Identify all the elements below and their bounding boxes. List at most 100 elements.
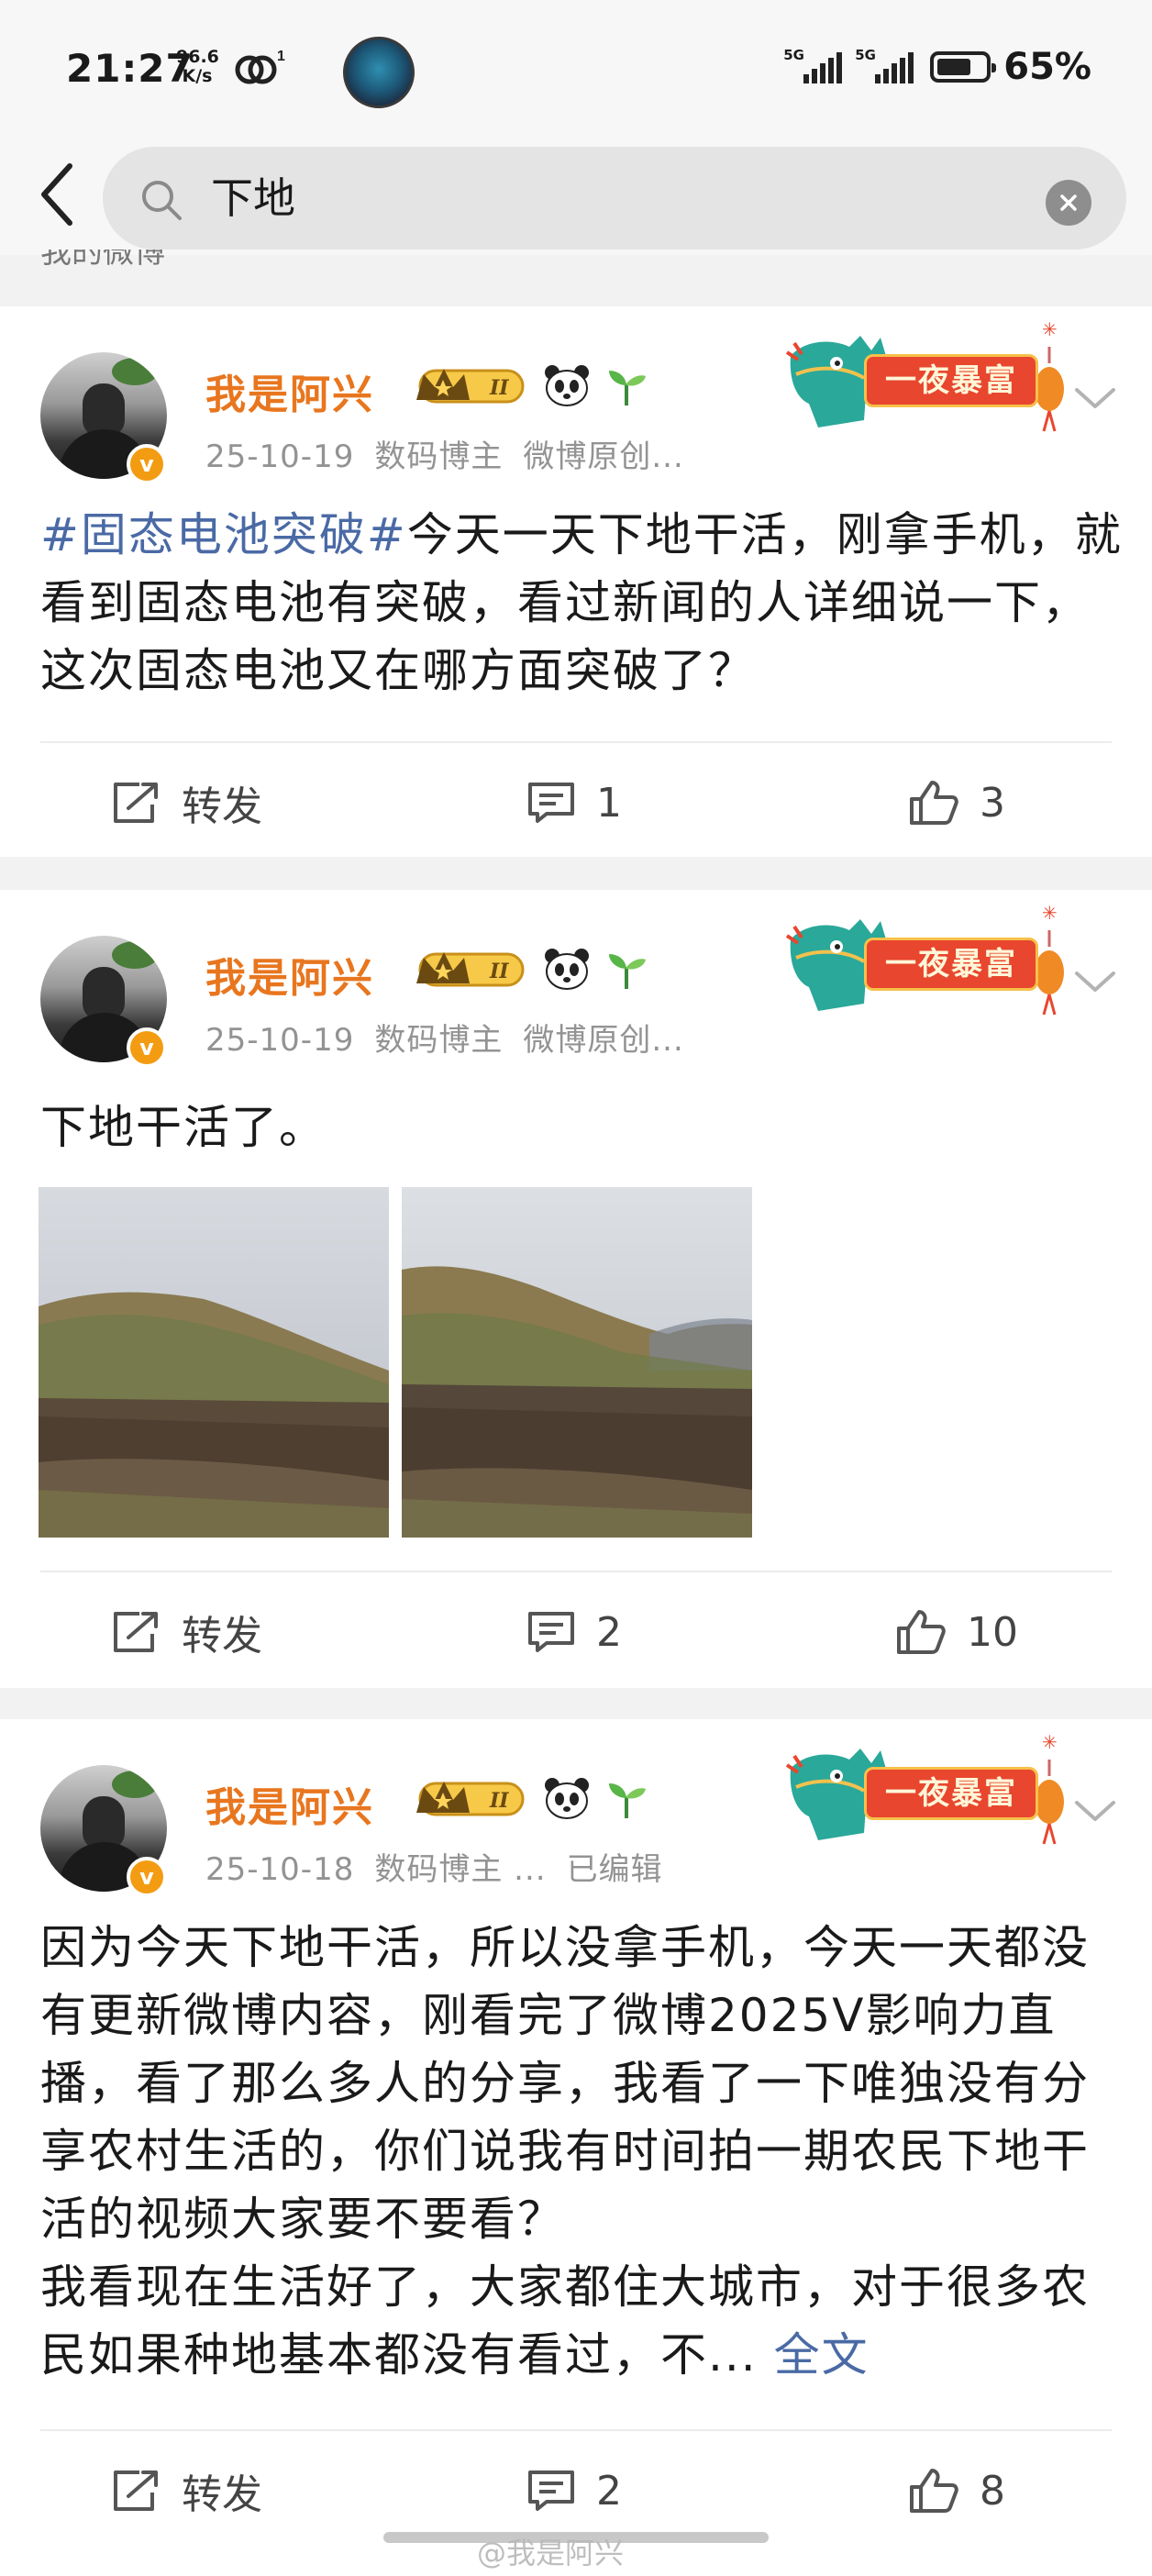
post-body-text: 下地干活了。 — [40, 1101, 327, 1154]
photo-grid — [39, 1187, 752, 1538]
post-menu-button[interactable] — [1069, 372, 1121, 424]
like-button[interactable]: 3 — [908, 743, 1005, 862]
comment-count: 2 — [596, 1608, 622, 1656]
repost-icon — [114, 2471, 158, 2511]
post-photo[interactable] — [402, 1187, 752, 1538]
signal-icon: 5G — [855, 47, 914, 87]
repost-icon — [114, 1612, 158, 1652]
post-actions: 转发 2 10 — [0, 1572, 1152, 1692]
svg-text:✳: ✳ — [1042, 1731, 1058, 1753]
level-badge-icon[interactable]: II — [411, 947, 532, 993]
post-card[interactable]: v 我是阿兴 II 25-10-18 数码博主 ... 已编辑 ✳ 一夜暴富 因为今… — [0, 1719, 1152, 2576]
verified-badge-icon: v — [127, 1857, 167, 1897]
search-bar[interactable]: 下地 — [103, 147, 1126, 250]
post-menu-button[interactable] — [1069, 1785, 1121, 1837]
repost-button[interactable]: 转发 — [112, 1572, 262, 1692]
repost-label: 转发 — [182, 1613, 262, 1660]
svg-text:II: II — [489, 376, 509, 400]
fortune-banner[interactable]: ✳ 一夜暴富 — [781, 310, 1068, 446]
chevron-down-icon — [1075, 1801, 1115, 1821]
level-badge-icon[interactable]: II — [411, 363, 532, 409]
close-icon — [1060, 194, 1077, 211]
panda-icon[interactable] — [543, 363, 591, 407]
post-source: 微博原创... — [523, 1022, 684, 1059]
post-text: 下地干活了。 — [40, 1094, 1123, 1161]
network-speed: 96.6 K/s — [176, 47, 219, 86]
battery-icon — [930, 51, 997, 83]
network-speed-unit: K/s — [182, 66, 213, 86]
back-button[interactable] — [26, 158, 88, 231]
chevron-down-icon — [1075, 388, 1115, 408]
thumbs-up-icon — [910, 2469, 958, 2513]
repost-label: 转发 — [182, 2471, 262, 2518]
full-text-link[interactable]: 全文 — [774, 2328, 870, 2382]
network-speed-value: 96.6 — [176, 47, 219, 67]
user-role: 数码博主 ... — [374, 1851, 547, 1888]
user-role: 数码博主 — [374, 1022, 504, 1059]
post-date: 25-10-18 — [205, 1851, 355, 1888]
repost-label: 转发 — [182, 783, 262, 830]
post-meta: 25-10-19 数码博主 微博原创... — [205, 1015, 684, 1060]
like-count: 3 — [980, 779, 1005, 827]
sprout-icon[interactable] — [605, 1778, 648, 1820]
comment-icon — [528, 1612, 574, 1652]
status-bar: 21:27 96.6 K/s 1 5G 5G 65% — [0, 0, 1152, 138]
svg-text:II: II — [489, 1789, 509, 1813]
topic-link[interactable]: #固态电池突破# — [40, 508, 407, 561]
svg-text:✳: ✳ — [1042, 318, 1058, 340]
thumbs-up-icon — [910, 781, 958, 825]
thumbs-up-icon — [897, 1610, 946, 1654]
status-time: 21:27 — [66, 46, 194, 91]
post-text: #固态电池突破#今天一天下地干活，刚拿手机，就看到固态电池有突破，看过新闻的人详… — [40, 501, 1123, 705]
post-body-text-continued: 我看现在生活好了，大家都住大城市，对于很多农民如果种地基本都没有看过，不... — [40, 2260, 1090, 2382]
verified-badge-icon: v — [127, 1027, 167, 1068]
signal-label: 5G — [855, 47, 876, 63]
post-meta: 25-10-18 数码博主 ... 已编辑 — [205, 1844, 663, 1889]
post-body-text: 因为今天下地干活，所以没拿手机，今天一天都没有更新微博内容，刚看完了微博2025… — [40, 1921, 1090, 2246]
comment-icon — [528, 2471, 574, 2511]
post-card[interactable]: v 我是阿兴 II 25-10-19 数码博主 微博原创... ✳ 一夜暴富 下地干… — [0, 890, 1152, 1688]
panda-icon[interactable] — [543, 947, 591, 991]
post-card[interactable]: v 我是阿兴 II 25-10-19 数码博主 微博原创... ✳ 一夜暴富 #固态… — [0, 306, 1152, 857]
like-count: 8 — [980, 2467, 1005, 2515]
sprout-icon[interactable] — [605, 365, 648, 407]
like-button[interactable]: 10 — [895, 1572, 1018, 1692]
repost-button[interactable]: 转发 — [112, 2431, 262, 2550]
username[interactable]: 我是阿兴 — [205, 361, 374, 420]
comment-icon — [528, 783, 574, 823]
post-meta: 25-10-19 数码博主 微博原创... — [205, 431, 684, 476]
edited-label: 已编辑 — [566, 1851, 663, 1888]
post-menu-button[interactable] — [1069, 956, 1121, 1007]
comment-count: 1 — [596, 779, 622, 827]
user-role: 数码博主 — [374, 439, 504, 475]
link-icon: 1 — [231, 48, 286, 88]
like-count: 10 — [967, 1608, 1018, 1656]
username[interactable]: 我是阿兴 — [205, 1774, 374, 1833]
post-source: 微博原创... — [523, 439, 684, 475]
post-date: 25-10-19 — [205, 439, 355, 475]
post-actions: 转发 1 3 — [0, 743, 1152, 862]
status-indicators: 5G 5G 65% — [783, 46, 1091, 88]
fortune-banner[interactable]: ✳ 一夜暴富 — [781, 1723, 1068, 1859]
comment-button[interactable]: 2 — [526, 1572, 622, 1692]
fortune-banner-label: 一夜暴富 — [864, 1767, 1038, 1820]
signal-label: 5G — [783, 47, 804, 63]
search-icon — [139, 178, 183, 222]
username[interactable]: 我是阿兴 — [205, 945, 374, 1004]
clear-search-button[interactable] — [1046, 180, 1091, 226]
post-date: 25-10-19 — [205, 1022, 355, 1059]
fortune-banner[interactable]: ✳ 一夜暴富 — [781, 894, 1068, 1029]
sprout-icon[interactable] — [605, 949, 648, 991]
search-input[interactable]: 下地 — [211, 167, 295, 229]
level-badge-icon[interactable]: II — [411, 1776, 532, 1822]
network-badge: 1 — [277, 49, 285, 64]
panda-icon[interactable] — [543, 1776, 591, 1820]
post-text: 因为今天下地干活，所以没拿手机，今天一天都没有更新微博内容，刚看完了微博2025… — [40, 1914, 1123, 2389]
verified-badge-icon: v — [127, 444, 167, 484]
repost-button[interactable]: 转发 — [112, 743, 262, 862]
post-photo[interactable] — [39, 1187, 389, 1538]
comment-button[interactable]: 1 — [526, 743, 622, 862]
like-button[interactable]: 8 — [908, 2431, 1005, 2550]
fortune-banner-label: 一夜暴富 — [864, 938, 1038, 991]
floating-app-avatar[interactable] — [343, 37, 415, 108]
